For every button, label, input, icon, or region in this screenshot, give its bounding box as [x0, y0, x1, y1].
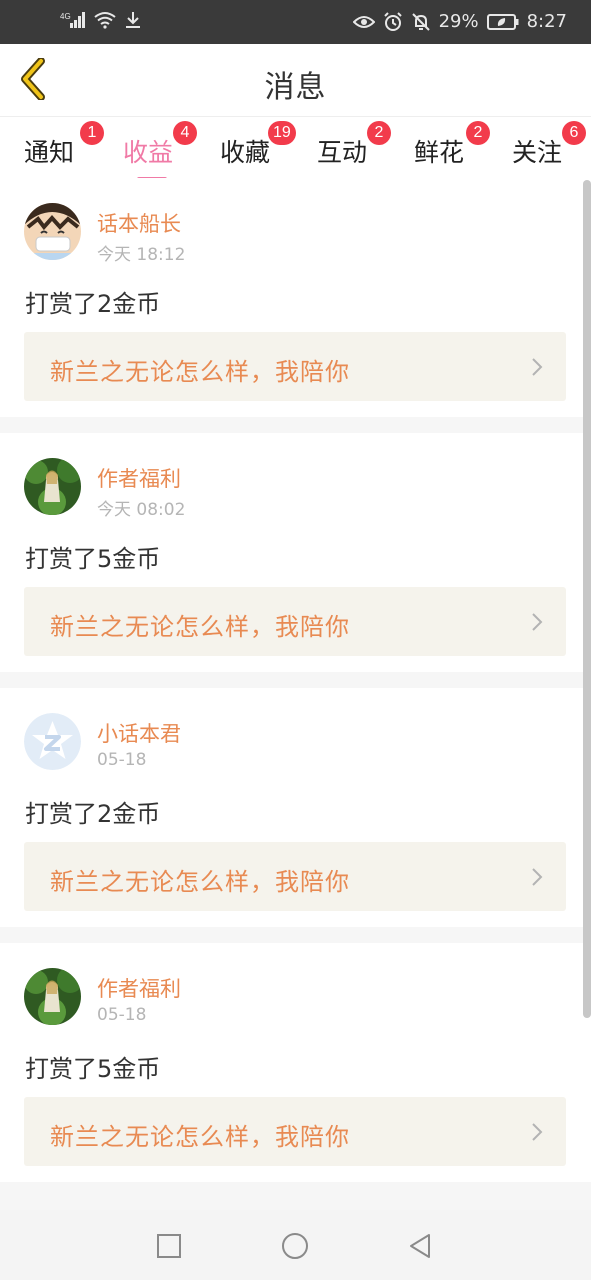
story-title: 新兰之无论怎么样，我陪你: [50, 868, 350, 896]
forest-girl-avatar[interactable]: [24, 968, 81, 1025]
message-time: 今天 08:02: [97, 500, 186, 520]
triangle-back-icon: [410, 1234, 430, 1258]
system-nav-bar: [0, 1210, 591, 1280]
message-card: 作者福利 05-18 打赏了5金币 新兰之无论怎么样，我陪你: [0, 943, 591, 1182]
tab-bar: 通知 1 收益 4 收藏 19 互动 2 鲜花 2 关注 6: [0, 116, 591, 181]
sender-name[interactable]: 小话本君: [97, 718, 181, 748]
tab-badge: 4: [173, 121, 197, 145]
sender-name[interactable]: 作者福利: [97, 973, 181, 1003]
message-card: 作者福利 今天 08:02 打赏了5金币 新兰之无论怎么样，我陪你: [0, 433, 591, 672]
page-title: 消息: [264, 70, 327, 105]
story-title: 新兰之无论怎么样，我陪你: [50, 613, 350, 641]
tab-label: 鲜花: [414, 138, 465, 167]
story-link[interactable]: 新兰之无论怎么样，我陪你: [24, 332, 566, 401]
system-back-button[interactable]: [404, 1230, 436, 1262]
tab-badge: 19: [268, 121, 296, 145]
status-right: 29% 8:27: [352, 11, 567, 32]
download-icon: [124, 11, 142, 29]
tab-label: 关注: [512, 138, 563, 167]
home-button[interactable]: [279, 1230, 311, 1262]
tab-interactions[interactable]: 互动 2: [317, 121, 407, 177]
clock-time: 8:27: [526, 11, 567, 32]
network-label: 4G: [60, 12, 71, 21]
sender-name[interactable]: 话本船长: [97, 208, 181, 238]
recent-apps-button[interactable]: [153, 1230, 185, 1262]
signal-icon: 4G: [60, 11, 86, 29]
message-text: 打赏了2金币: [25, 800, 161, 828]
tab-label: 通知: [24, 138, 75, 167]
tab-label: 互动: [317, 138, 368, 167]
tab-notifications[interactable]: 通知 1: [24, 121, 114, 177]
message-text: 打赏了5金币: [25, 1055, 161, 1083]
z-star-logo-avatar[interactable]: [24, 713, 81, 770]
message-time: 05-18: [97, 1005, 147, 1025]
message-time: 05-18: [97, 750, 147, 770]
story-title: 新兰之无论怎么样，我陪你: [50, 1123, 350, 1151]
message-card: 小话本君 05-18 打赏了2金币 新兰之无论怎么样，我陪你: [0, 688, 591, 927]
message-list[interactable]: 话本船长 今天 18:12 打赏了2金币 新兰之无论怎么样，我陪你 作者福利 今…: [0, 178, 591, 1210]
message-time: 今天 18:12: [97, 245, 186, 265]
chevron-right-icon: [532, 1123, 543, 1141]
battery-percent: 29%: [438, 11, 479, 32]
chevron-right-icon: [532, 613, 543, 631]
battery-icon: [486, 13, 519, 30]
eye-icon: [352, 14, 375, 30]
scrollbar[interactable]: [583, 180, 591, 1018]
story-link[interactable]: 新兰之无论怎么样，我陪你: [24, 842, 566, 911]
tab-favorites[interactable]: 收藏 19: [220, 121, 310, 177]
chevron-right-icon: [532, 358, 543, 376]
tab-flowers[interactable]: 鲜花 2: [414, 121, 504, 177]
tab-earnings[interactable]: 收益 4: [123, 121, 213, 181]
status-left: 4G: [60, 11, 142, 29]
message-text: 打赏了2金币: [25, 290, 161, 318]
tab-badge: 2: [466, 121, 490, 145]
message-card: 话本船长 今天 18:12 打赏了2金币 新兰之无论怎么样，我陪你: [0, 178, 591, 417]
circle-icon: [282, 1233, 308, 1259]
wifi-icon: [94, 11, 116, 29]
square-icon: [157, 1234, 181, 1258]
story-link[interactable]: 新兰之无论怎么样，我陪你: [24, 587, 566, 656]
alarm-icon: [383, 11, 403, 32]
message-text: 打赏了5金币: [25, 545, 161, 573]
tab-badge: 1: [80, 121, 104, 145]
tab-badge: 6: [562, 121, 586, 145]
tab-label: 收藏: [220, 138, 271, 167]
story-link[interactable]: 新兰之无论怎么样，我陪你: [24, 1097, 566, 1166]
mute-bell-icon: [411, 12, 431, 32]
status-bar: 4G 29% 8:27: [0, 0, 591, 44]
cartoon-avatar[interactable]: [24, 203, 81, 260]
story-title: 新兰之无论怎么样，我陪你: [50, 358, 350, 386]
sender-name[interactable]: 作者福利: [97, 463, 181, 493]
chevron-right-icon: [532, 868, 543, 886]
tab-follows[interactable]: 关注 6: [512, 121, 591, 177]
tab-label: 收益: [123, 138, 174, 167]
header: 消息: [0, 44, 591, 116]
forest-girl-avatar[interactable]: [24, 458, 81, 515]
tab-badge: 2: [367, 121, 391, 145]
